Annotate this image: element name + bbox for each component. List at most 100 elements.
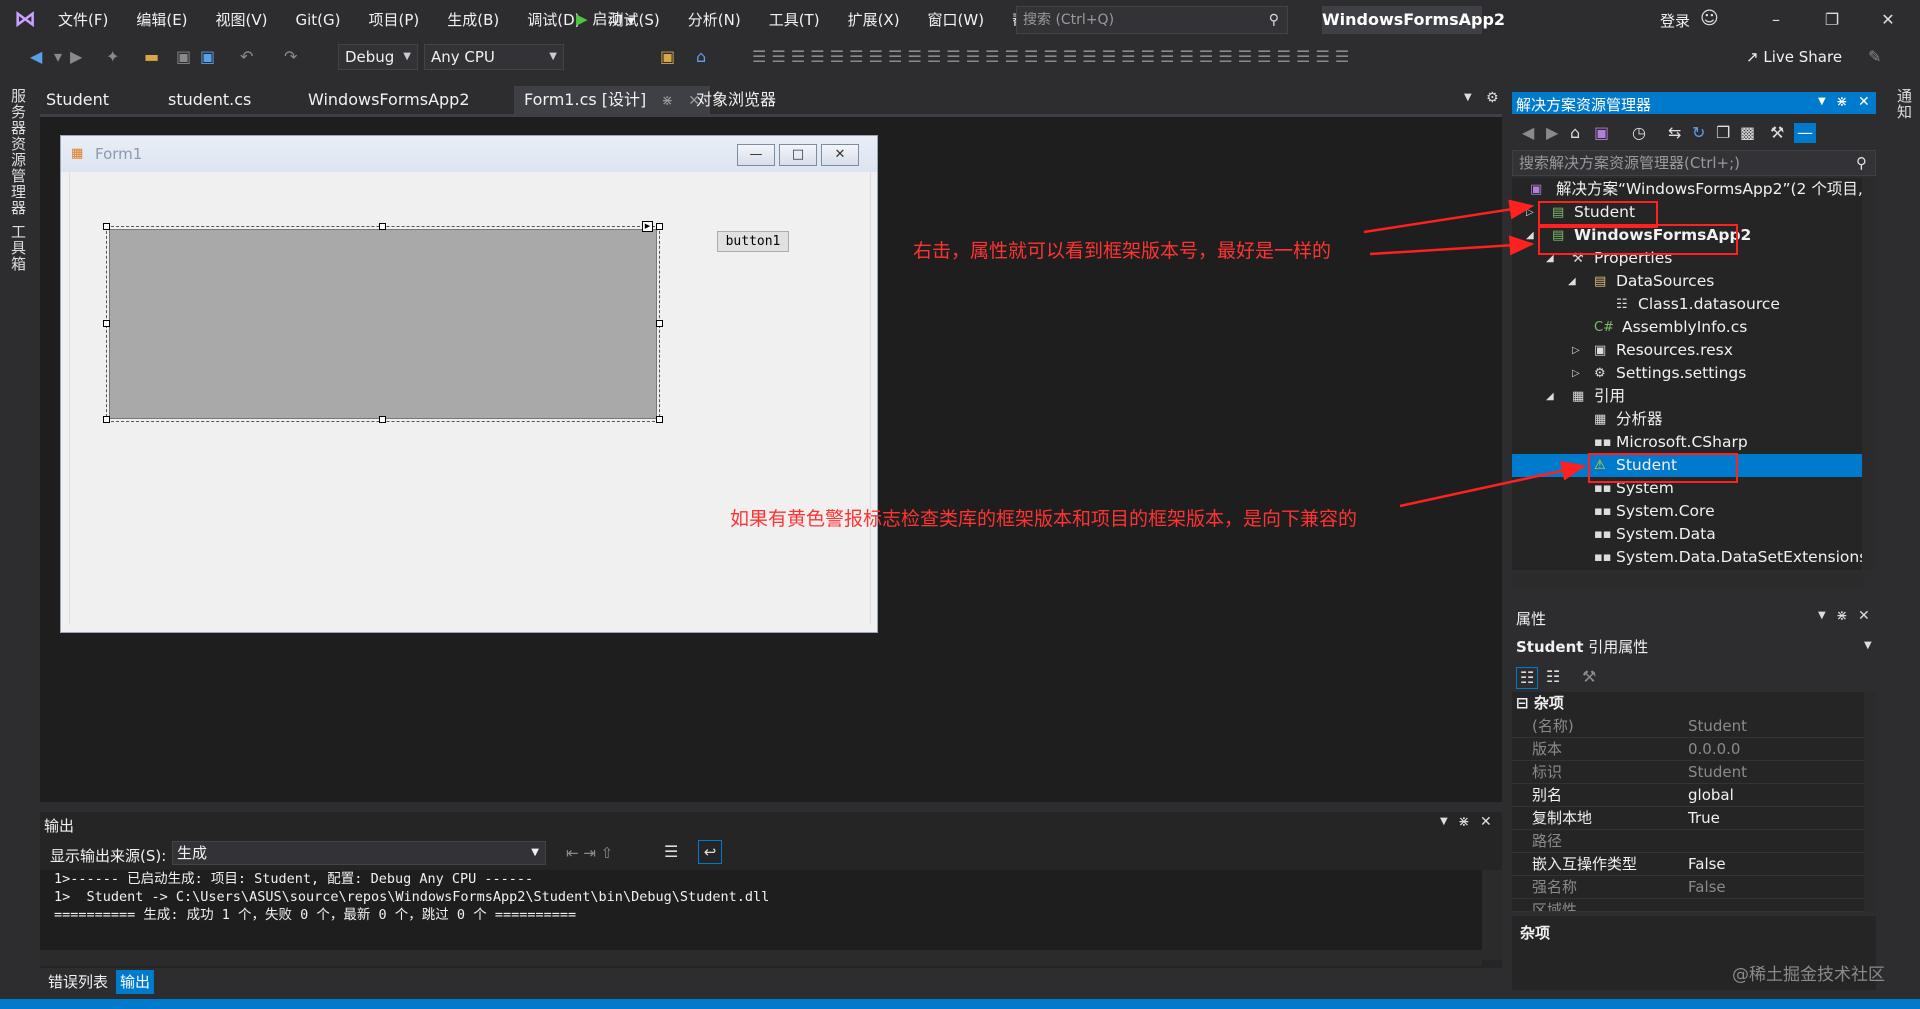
dropdown-arrow-icon[interactable]: ▾	[54, 47, 62, 67]
resize-handle[interactable]	[656, 320, 663, 327]
clear-all-icon[interactable]: ☰	[664, 842, 678, 861]
menu-build[interactable]: 生成(B)	[433, 0, 513, 40]
show-all-files-icon[interactable]: ▩	[1740, 123, 1755, 143]
categorized-icon[interactable]: ☷	[1516, 667, 1539, 689]
visual-studio-logo-icon[interactable]: ⋈	[14, 8, 40, 32]
menu-project[interactable]: 项目(P)	[355, 0, 434, 40]
category-row[interactable]: ⊟ 杂项	[1512, 692, 1864, 715]
menu-analyze[interactable]: 分析(N)	[674, 0, 755, 40]
alphabetical-icon[interactable]: ☷	[1546, 667, 1560, 687]
pin-icon[interactable]: ⋇	[1458, 814, 1470, 830]
switch-views-icon[interactable]: ▣	[1594, 123, 1609, 143]
tree-item-analyzers[interactable]: ▦ 分析器	[1512, 408, 1864, 431]
tree-item-solution[interactable]: ▣ 解决方案“WindowsFormsApp2”(2 个项目,	[1512, 178, 1864, 201]
chevron-down-icon[interactable]: ▼	[1440, 816, 1448, 827]
solution-configuration-select[interactable]: Debug ▼	[338, 44, 418, 70]
menu-file[interactable]: 文件(F)	[44, 0, 122, 40]
menu-edit[interactable]: 编辑(E)	[122, 0, 201, 40]
open-file-icon[interactable]: ▬	[144, 47, 159, 67]
preview-icon[interactable]: —	[1794, 123, 1816, 143]
menu-tools[interactable]: 工具(T)	[755, 0, 834, 40]
property-pages-icon[interactable]: ⚒	[1582, 667, 1596, 687]
properties-object-selector[interactable]: Student 引用属性	[1516, 636, 1648, 657]
tree-item-ref-system-core[interactable]: ▪▪ System.Core	[1512, 500, 1864, 523]
resize-handle[interactable]	[103, 416, 110, 423]
refresh-icon[interactable]: ↻	[1692, 123, 1705, 143]
resize-handle[interactable]	[379, 223, 386, 230]
tree-item-references[interactable]: ◢ ▦ 引用	[1512, 385, 1864, 408]
tree-item-ref-system-data-datasetextensions[interactable]: ▪▪ System.Data.DataSetExtensions	[1512, 546, 1867, 569]
login-link[interactable]: 登录	[1660, 10, 1690, 31]
property-row[interactable]: 别名 global	[1512, 784, 1864, 807]
global-search-input[interactable]: 搜索 (Ctrl+Q) ⚲	[1016, 6, 1288, 34]
menu-extensions[interactable]: 扩展(X)	[834, 0, 914, 40]
output-source-select[interactable]: 生成 ▼	[172, 841, 546, 865]
pin-icon[interactable]: ⋇	[661, 93, 673, 109]
button1-control[interactable]: button1	[717, 231, 789, 252]
layout-align-icon[interactable]: ☰ ☰ ☰ ☰ ☰ ☰ ☰ ☰ ☰ ☰ ☰ ☰ ☰ ☰ ☰ ☰ ☰ ☰ ☰ ☰ …	[752, 47, 1349, 67]
property-row[interactable]: 强名称 False	[1512, 876, 1864, 899]
minimize-window-button[interactable]: –	[1754, 6, 1798, 34]
close-window-button[interactable]: ✕	[1866, 6, 1910, 34]
expand-arrow-icon[interactable]: ▷	[1572, 339, 1580, 362]
property-row[interactable]: 标识 Student	[1512, 761, 1864, 784]
chevron-down-icon[interactable]: ▼	[1818, 96, 1826, 107]
output-text-area[interactable]: 1>------ 已启动生成: 项目: Student, 配置: Debug A…	[40, 870, 1482, 960]
tab-student-cs[interactable]: student.cs	[168, 86, 251, 114]
save-all-icon[interactable]: ▣	[200, 47, 215, 67]
tab-windowsformsapp2[interactable]: WindowsFormsApp2	[308, 86, 470, 114]
redo-icon[interactable]: ↷	[284, 47, 297, 67]
pin-icon[interactable]: ⋇	[1836, 608, 1848, 624]
solution-platform-select[interactable]: Any CPU ▼	[424, 44, 564, 70]
menu-view[interactable]: 视图(V)	[202, 0, 282, 40]
browser-link-icon[interactable]: ⌂	[696, 47, 706, 67]
tree-item-ref-microsoft-csharp[interactable]: ▪▪ Microsoft.CSharp	[1512, 431, 1864, 454]
properties-vertical-scrollbar[interactable]	[1864, 692, 1876, 912]
collapse-arrow-icon[interactable]: ◢	[1526, 224, 1534, 247]
pin-icon[interactable]: ⋇	[1836, 94, 1848, 110]
solution-explorer-vertical-scrollbar[interactable]	[1862, 178, 1876, 570]
restore-window-button[interactable]: ❐	[1810, 6, 1854, 34]
wrench-icon[interactable]: ⚒	[1770, 123, 1784, 143]
navigate-forward-icon[interactable]: ▶	[70, 47, 82, 67]
forward-icon[interactable]: ▶	[1546, 123, 1558, 143]
notifications-tab[interactable]: 通知	[1894, 88, 1915, 120]
word-wrap-toggle-icon[interactable]: ↩	[698, 840, 722, 864]
tree-item-ref-system-data[interactable]: ▪▪ System.Data	[1512, 523, 1864, 546]
chevron-down-icon[interactable]: ▼	[1864, 640, 1872, 651]
undo-icon[interactable]: ↶	[240, 47, 253, 67]
feedback-icon[interactable]: ✎	[1868, 47, 1881, 67]
close-icon[interactable]: ✕	[1858, 608, 1870, 624]
tree-item-class1-datasource[interactable]: ☷ Class1.datasource	[1512, 293, 1864, 316]
expand-arrow-icon[interactable]: ▷	[1572, 362, 1580, 385]
server-explorer-tab[interactable]: 服务器资源管理器	[8, 88, 29, 216]
property-row[interactable]: 嵌入互操作类型 False	[1512, 853, 1864, 876]
property-row[interactable]: 复制本地 True	[1512, 807, 1864, 830]
resize-handle[interactable]	[656, 416, 663, 423]
new-project-icon[interactable]: ✦	[106, 47, 119, 67]
output-horizontal-scrollbar[interactable]	[40, 950, 1482, 966]
tab-overflow-icon[interactable]: ▼	[1464, 92, 1472, 103]
tab-student[interactable]: Student	[46, 86, 109, 114]
save-icon[interactable]: ▣	[176, 47, 191, 67]
smart-tag-icon[interactable]: ▶	[642, 221, 653, 232]
gear-icon[interactable]: ⚙	[1486, 90, 1499, 106]
tab-object-browser[interactable]: 对象浏览器	[696, 86, 776, 114]
live-share-button[interactable]: ↗ Live Share	[1746, 48, 1842, 66]
property-row[interactable]: 区域性	[1512, 899, 1864, 912]
resize-handle[interactable]	[656, 223, 663, 230]
property-row[interactable]: 版本 0.0.0.0	[1512, 738, 1864, 761]
tab-form1-designer[interactable]: Form1.cs [设计] ⋇ ✕	[514, 86, 710, 114]
close-icon[interactable]: ✕	[1858, 94, 1870, 110]
menu-window[interactable]: 窗口(W)	[914, 0, 999, 40]
tree-item-resources[interactable]: ▷ ▣ Resources.resx	[1512, 339, 1864, 362]
home-icon[interactable]: ⌂	[1570, 123, 1580, 143]
menu-git[interactable]: Git(G)	[282, 0, 355, 40]
pending-changes-icon[interactable]: ◷	[1632, 123, 1646, 143]
resize-handle[interactable]	[103, 223, 110, 230]
collapse-arrow-icon[interactable]: ◢	[1568, 270, 1576, 293]
chevron-down-icon[interactable]: ▼	[1818, 610, 1826, 621]
property-row[interactable]: (名称) Student	[1512, 715, 1864, 738]
toolbox-icon[interactable]: ▣	[660, 47, 675, 67]
navigate-back-icon[interactable]: ◀	[30, 47, 42, 67]
